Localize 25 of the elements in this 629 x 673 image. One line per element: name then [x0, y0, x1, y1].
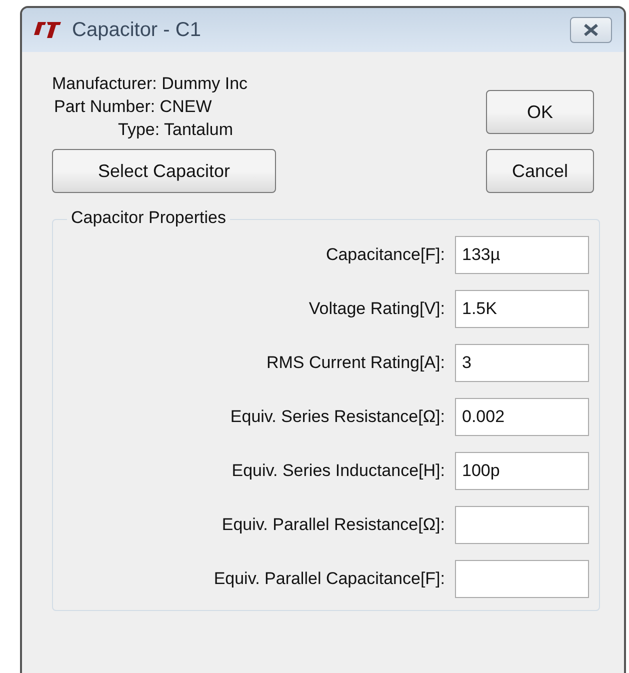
- input-field[interactable]: [455, 506, 589, 544]
- logo-icon: [34, 20, 62, 40]
- field-label: Equiv. Parallel Capacitance[F]:: [214, 569, 445, 589]
- close-button[interactable]: [570, 17, 612, 43]
- field-label: Equiv. Parallel Resistance[Ω]:: [222, 515, 445, 535]
- input-field[interactable]: 133µ: [455, 236, 589, 274]
- field-label: Voltage Rating[V]:: [308, 299, 445, 319]
- field-label: RMS Current Rating[A]:: [266, 353, 445, 373]
- info-text: Type: Tantalum: [117, 119, 234, 141]
- group-title: Capacitor Properties: [67, 208, 230, 228]
- info-text: Manufacturer: Dummy Inc: [52, 73, 249, 95]
- input-field[interactable]: 100p: [455, 452, 589, 490]
- ok-button[interactable]: OK: [486, 90, 594, 134]
- cancel-button[interactable]: Cancel: [486, 149, 594, 193]
- input-field[interactable]: 3: [455, 344, 589, 382]
- select-capacitor-button[interactable]: Select Capacitor: [52, 149, 276, 193]
- input-field[interactable]: [455, 560, 589, 598]
- window-title: Capacitor - C1: [72, 18, 202, 42]
- input-field[interactable]: 0.002: [455, 398, 589, 436]
- input-field[interactable]: 1.5K: [455, 290, 589, 328]
- info-text: Part Number: CNEW: [53, 96, 213, 118]
- field-label: Equiv. Series Inductance[H]:: [232, 461, 445, 481]
- field-label: Capacitance[F]:: [326, 245, 445, 265]
- field-label: Equiv. Series Resistance[Ω]:: [230, 407, 445, 427]
- close-icon: [582, 23, 600, 37]
